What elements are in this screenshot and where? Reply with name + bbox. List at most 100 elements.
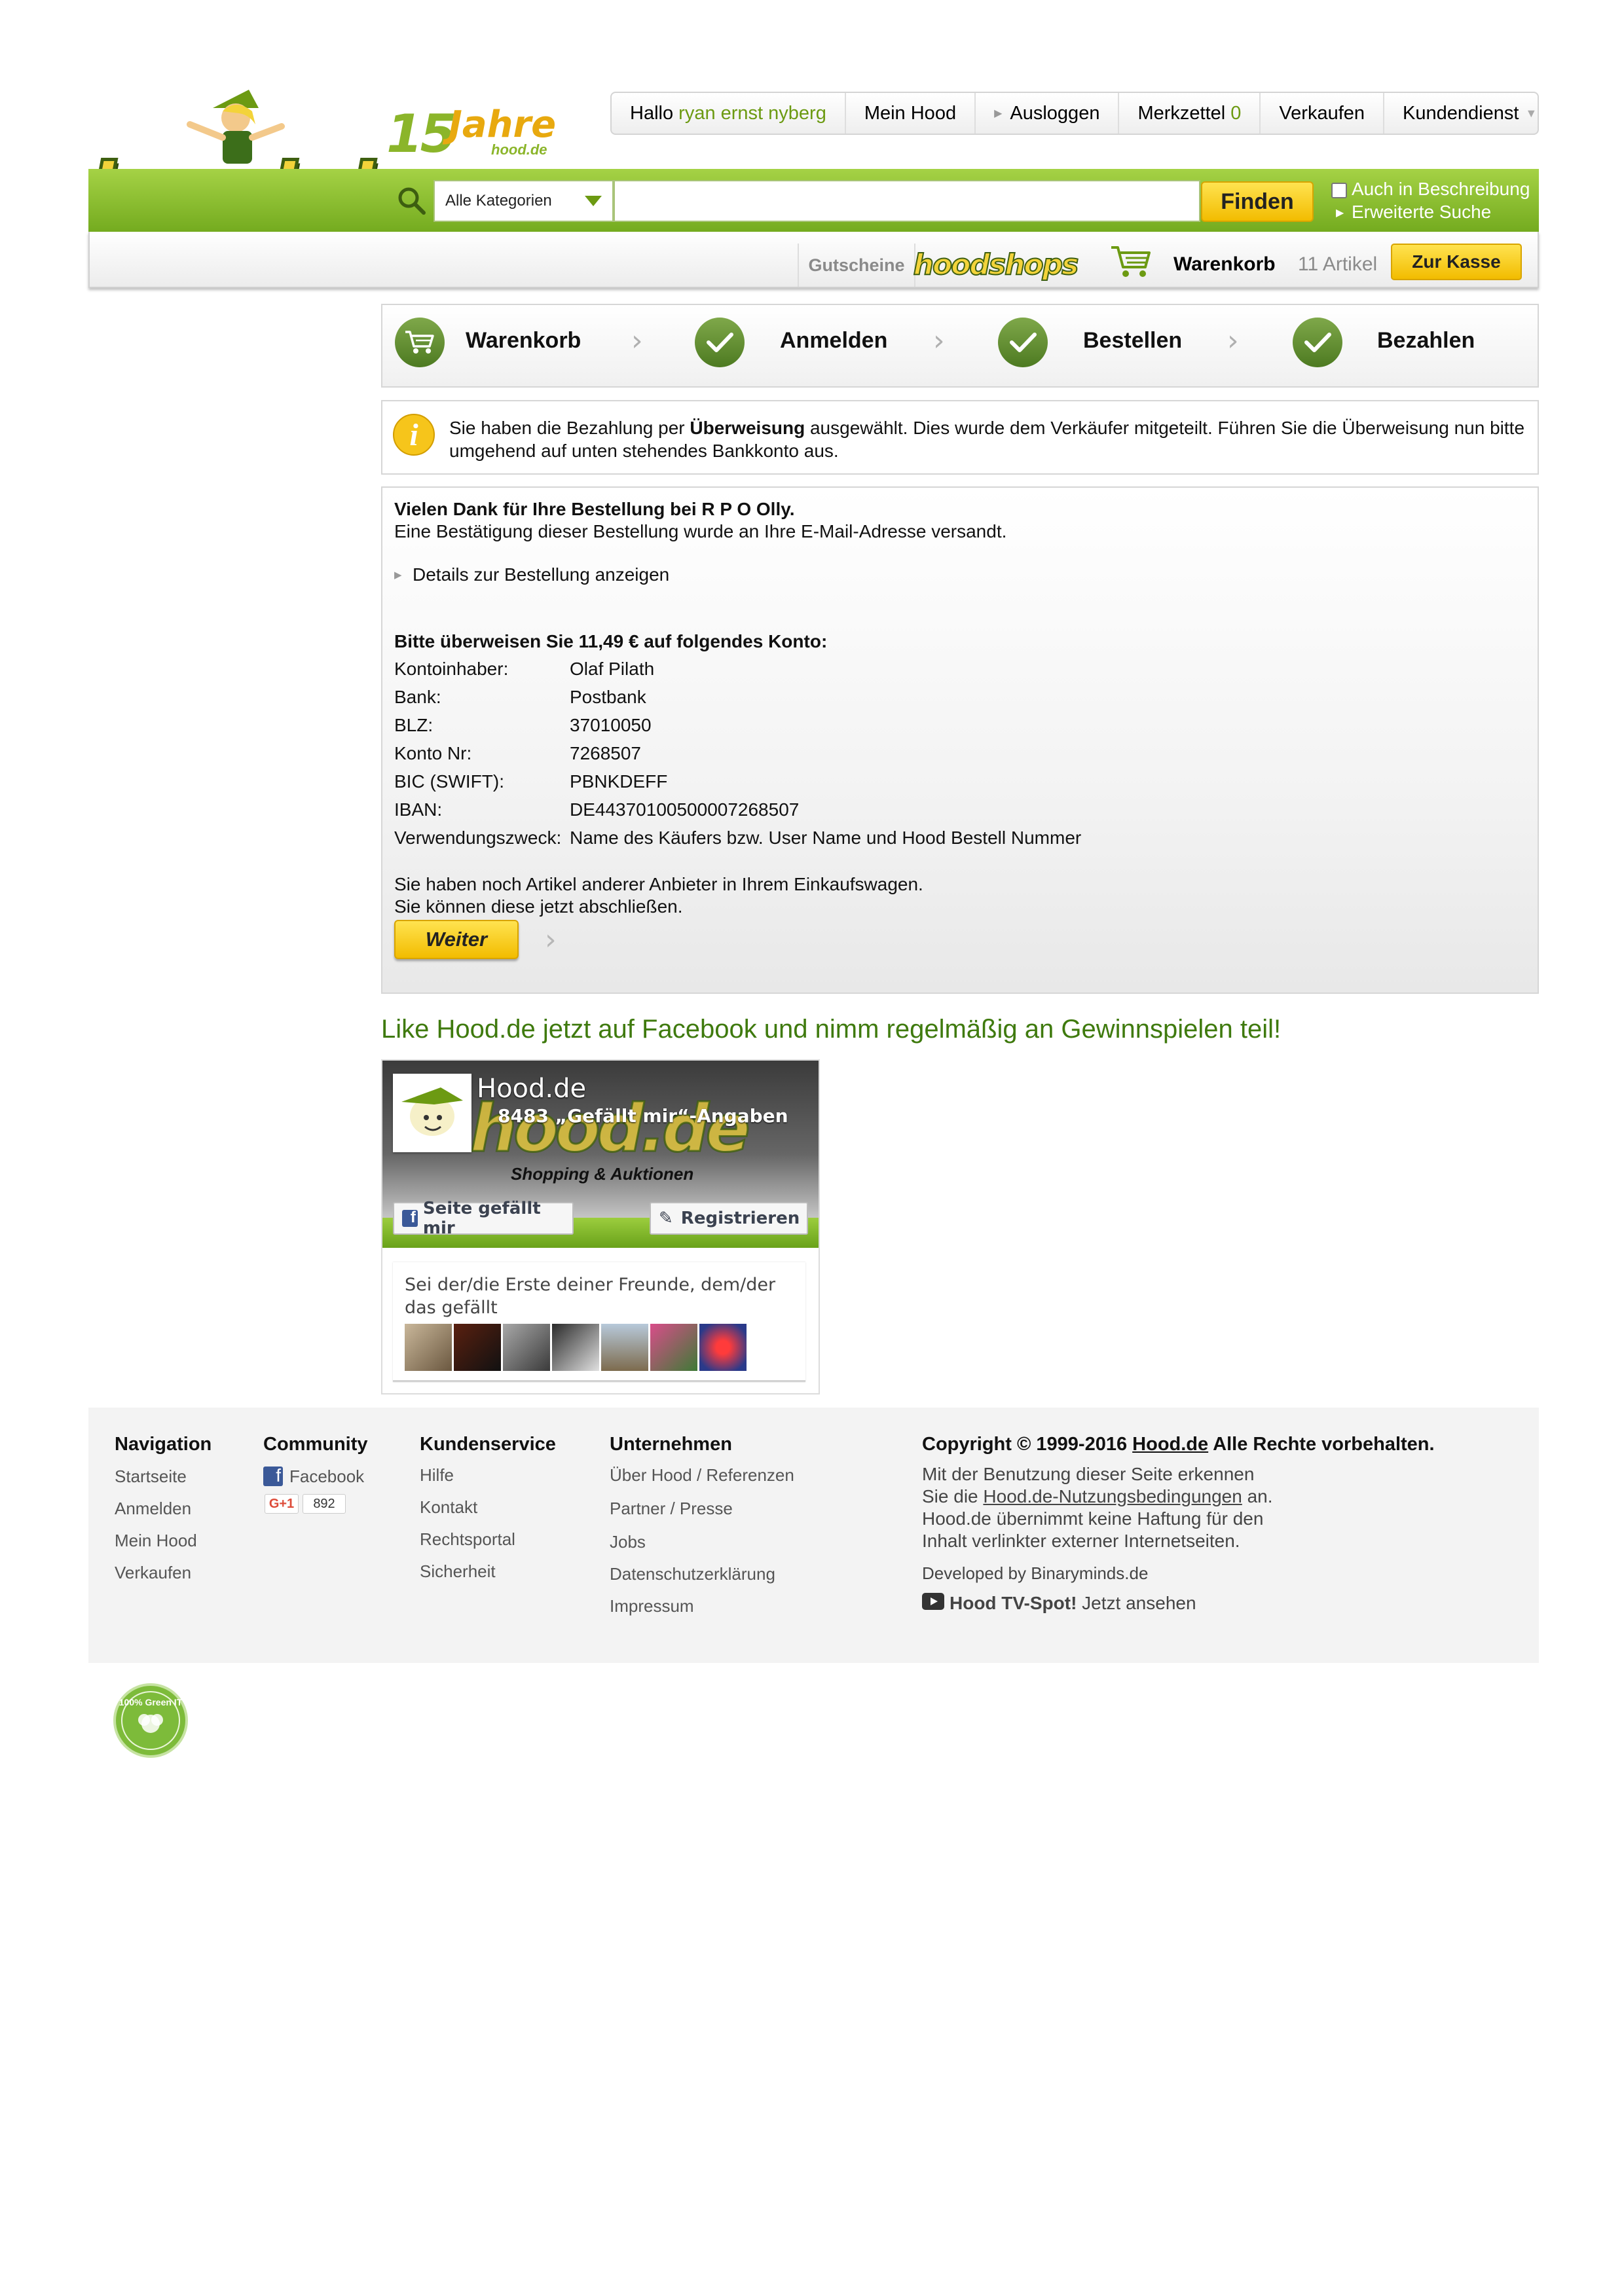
footer-link-imprint[interactable]: Impressum	[610, 1596, 694, 1616]
mascot-face-icon	[401, 1087, 463, 1136]
chevron-right-icon: ›	[933, 324, 945, 357]
tv-spot-link[interactable]: Hood TV-Spot! Jetzt ansehen	[950, 1593, 1196, 1614]
facebook-like-count: 8483 „Gefällt mir“-Angaben	[498, 1105, 788, 1127]
vouchers-link[interactable]: Gutscheine	[798, 244, 915, 287]
bank-detail-value: Olaf Pilath	[570, 659, 655, 679]
bank-detail-value: 37010050	[570, 715, 652, 735]
category-select[interactable]: Alle Kategorien	[434, 180, 614, 222]
step-order-icon	[998, 318, 1048, 367]
footer-link-security[interactable]: Sicherheit	[420, 1561, 496, 1582]
wishlist-label: Merkzettel	[1137, 102, 1226, 124]
facebook-friend-avatar[interactable]	[552, 1324, 599, 1371]
wishlist-link[interactable]: Merkzettel 0	[1119, 93, 1261, 134]
cart-icon[interactable]	[1110, 244, 1153, 280]
facebook-friend-avatar[interactable]	[503, 1324, 550, 1371]
bank-detail-label: Bank:	[394, 687, 441, 707]
facebook-like-button[interactable]: f Seite gefällt mir	[393, 1199, 574, 1238]
footer-link-press[interactable]: Partner / Presse	[610, 1499, 733, 1519]
facebook-page-name[interactable]: Hood.de	[477, 1074, 586, 1104]
bank-detail-label: Verwendungszweck:	[394, 828, 562, 848]
greeting: Hallo ryan ernst nyberg	[612, 93, 846, 134]
facebook-friend-avatar[interactable]	[454, 1324, 501, 1371]
footer-service-title: Kundenservice	[420, 1434, 556, 1455]
footer-link-legal[interactable]: Rechtsportal	[420, 1529, 515, 1550]
order-thanks: Vielen Dank für Ihre Bestellung bei R P …	[394, 499, 795, 519]
facebook-register-button[interactable]: ✎ Registrieren	[650, 1202, 808, 1235]
facebook-icon[interactable]: f	[263, 1465, 283, 1486]
chevron-down-icon: ▼	[1525, 106, 1538, 120]
terms-prefix: Sie die	[922, 1486, 984, 1506]
logout-link[interactable]: ▶ Ausloggen	[976, 93, 1120, 134]
google-plus-button[interactable]: G+1	[265, 1494, 299, 1514]
info-icon: i	[393, 414, 435, 456]
facebook-friend-avatar[interactable]	[699, 1324, 747, 1371]
green-it-badge-text: 100% Green IT	[119, 1697, 183, 1707]
footer-link-my-hood[interactable]: Mein Hood	[115, 1531, 197, 1551]
anniversary-number: 15	[386, 103, 456, 164]
anniversary-sub: hood.de	[491, 141, 547, 158]
search-icon[interactable]	[396, 185, 426, 215]
facebook-friend-avatar[interactable]	[601, 1324, 648, 1371]
bank-detail-label: BIC (SWIFT):	[394, 771, 504, 792]
customer-service-menu[interactable]: Kundendienst ▼	[1384, 93, 1555, 134]
check-icon	[1304, 333, 1331, 352]
developer-credit[interactable]: Developed by Binaryminds.de	[922, 1563, 1148, 1584]
check-icon	[707, 333, 733, 352]
greeting-text: Hallo	[630, 102, 674, 124]
info-text-prefix: Sie haben die Bezahlung per	[449, 418, 690, 438]
copyright-prefix: Copyright © 1999-2016	[922, 1434, 1133, 1455]
category-select-value: Alle Kategorien	[445, 192, 552, 210]
facebook-cover-tagline: Shopping & Auktionen	[511, 1164, 694, 1184]
customer-service-label: Kundendienst	[1403, 102, 1519, 124]
anniversary-badge: 15 Jahre hood.de	[386, 90, 556, 164]
facebook-page-avatar[interactable]	[393, 1074, 471, 1152]
terms-link[interactable]: Hood.de-Nutzungsbedingungen	[983, 1486, 1242, 1506]
user-name-link[interactable]: ryan ernst nyberg	[678, 103, 826, 124]
continue-button[interactable]: Weiter	[394, 920, 519, 959]
step-label-cart: Warenkorb	[466, 328, 581, 353]
cart-link[interactable]: Warenkorb	[1173, 253, 1276, 276]
step-cart-icon	[395, 318, 445, 367]
terms-text-line: Inhalt verlinkter externer Internetseite…	[922, 1531, 1240, 1551]
order-details-link[interactable]: Details zur Bestellung anzeigen	[413, 564, 669, 585]
cart-icon	[405, 331, 434, 354]
bank-detail-label: Kontoinhaber:	[394, 659, 509, 679]
copyright-suffix: Alle Rechte vorbehalten.	[1208, 1434, 1435, 1455]
triangle-right-icon: ▶	[1336, 208, 1344, 219]
facebook-friend-avatar[interactable]	[650, 1324, 697, 1371]
bank-detail-value: Postbank	[570, 687, 646, 707]
step-label-pay: Bezahlen	[1377, 328, 1475, 353]
footer-link-home[interactable]: Startseite	[115, 1467, 187, 1487]
footer-link-about[interactable]: Über Hood / Referenzen	[610, 1465, 794, 1485]
video-play-icon[interactable]	[922, 1593, 944, 1610]
footer-navigation-title: Navigation	[115, 1434, 212, 1455]
footer-link-privacy[interactable]: Datenschutzerklärung	[610, 1564, 775, 1584]
checkout-button[interactable]: Zur Kasse	[1391, 244, 1522, 280]
copyright-hood-link[interactable]: Hood.de	[1132, 1434, 1208, 1455]
my-hood-link[interactable]: Mein Hood	[846, 93, 976, 134]
sell-link[interactable]: Verkaufen	[1261, 93, 1385, 134]
hoodshops-link[interactable]: hoodshops	[913, 244, 1080, 285]
footer-copyright: Copyright © 1999-2016 Hood.de Alle Recht…	[922, 1434, 1435, 1455]
facebook-friend-avatar[interactable]	[405, 1324, 452, 1371]
advanced-search-link[interactable]: Erweiterte Suche	[1352, 202, 1491, 223]
footer-link-sell[interactable]: Verkaufen	[115, 1563, 191, 1583]
green-it-badge[interactable]: 100% Green IT	[113, 1683, 188, 1758]
triangle-right-icon: ▶	[994, 108, 1003, 119]
footer-link-facebook[interactable]: Facebook	[289, 1467, 364, 1487]
search-input[interactable]	[614, 180, 1200, 222]
footer-link-help[interactable]: Hilfe	[420, 1465, 454, 1485]
find-button[interactable]: Finden	[1201, 181, 1314, 222]
terms-text-line: Hood.de übernimmt keine Haftung für den	[922, 1508, 1264, 1529]
order-confirmation-text: Eine Bestätigung dieser Bestellung wurde…	[394, 521, 1007, 541]
search-description-checkbox[interactable]	[1331, 183, 1347, 198]
facebook-icon: f	[402, 1209, 418, 1227]
footer-link-login[interactable]: Anmelden	[115, 1499, 191, 1519]
chevron-right-icon: ›	[545, 923, 557, 957]
terms-suffix: an.	[1242, 1486, 1273, 1506]
footer-link-contact[interactable]: Kontakt	[420, 1497, 477, 1518]
footer-link-jobs[interactable]: Jobs	[610, 1532, 646, 1552]
bank-detail-value: PBNKDEFF	[570, 771, 668, 792]
search-description-label[interactable]: Auch in Beschreibung	[1352, 179, 1530, 200]
pencil-icon: ✎	[659, 1209, 673, 1228]
